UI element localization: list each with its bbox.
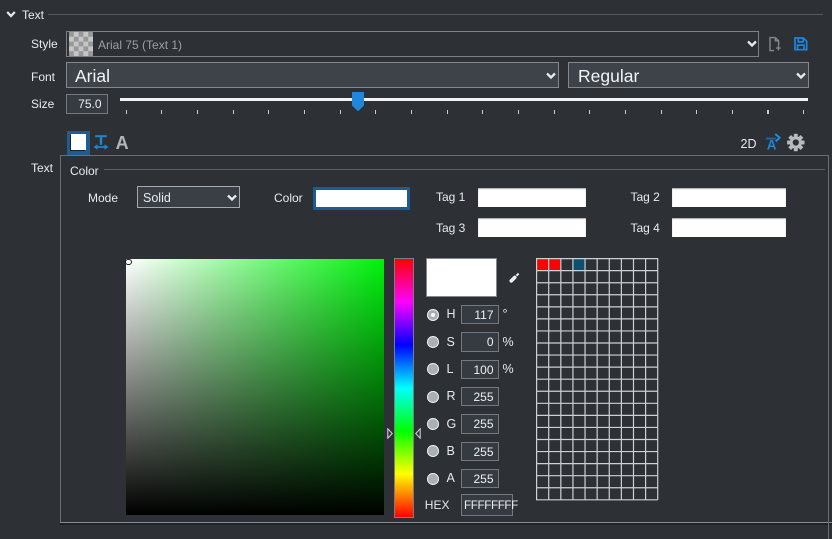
svg-text:A: A [767, 137, 777, 152]
